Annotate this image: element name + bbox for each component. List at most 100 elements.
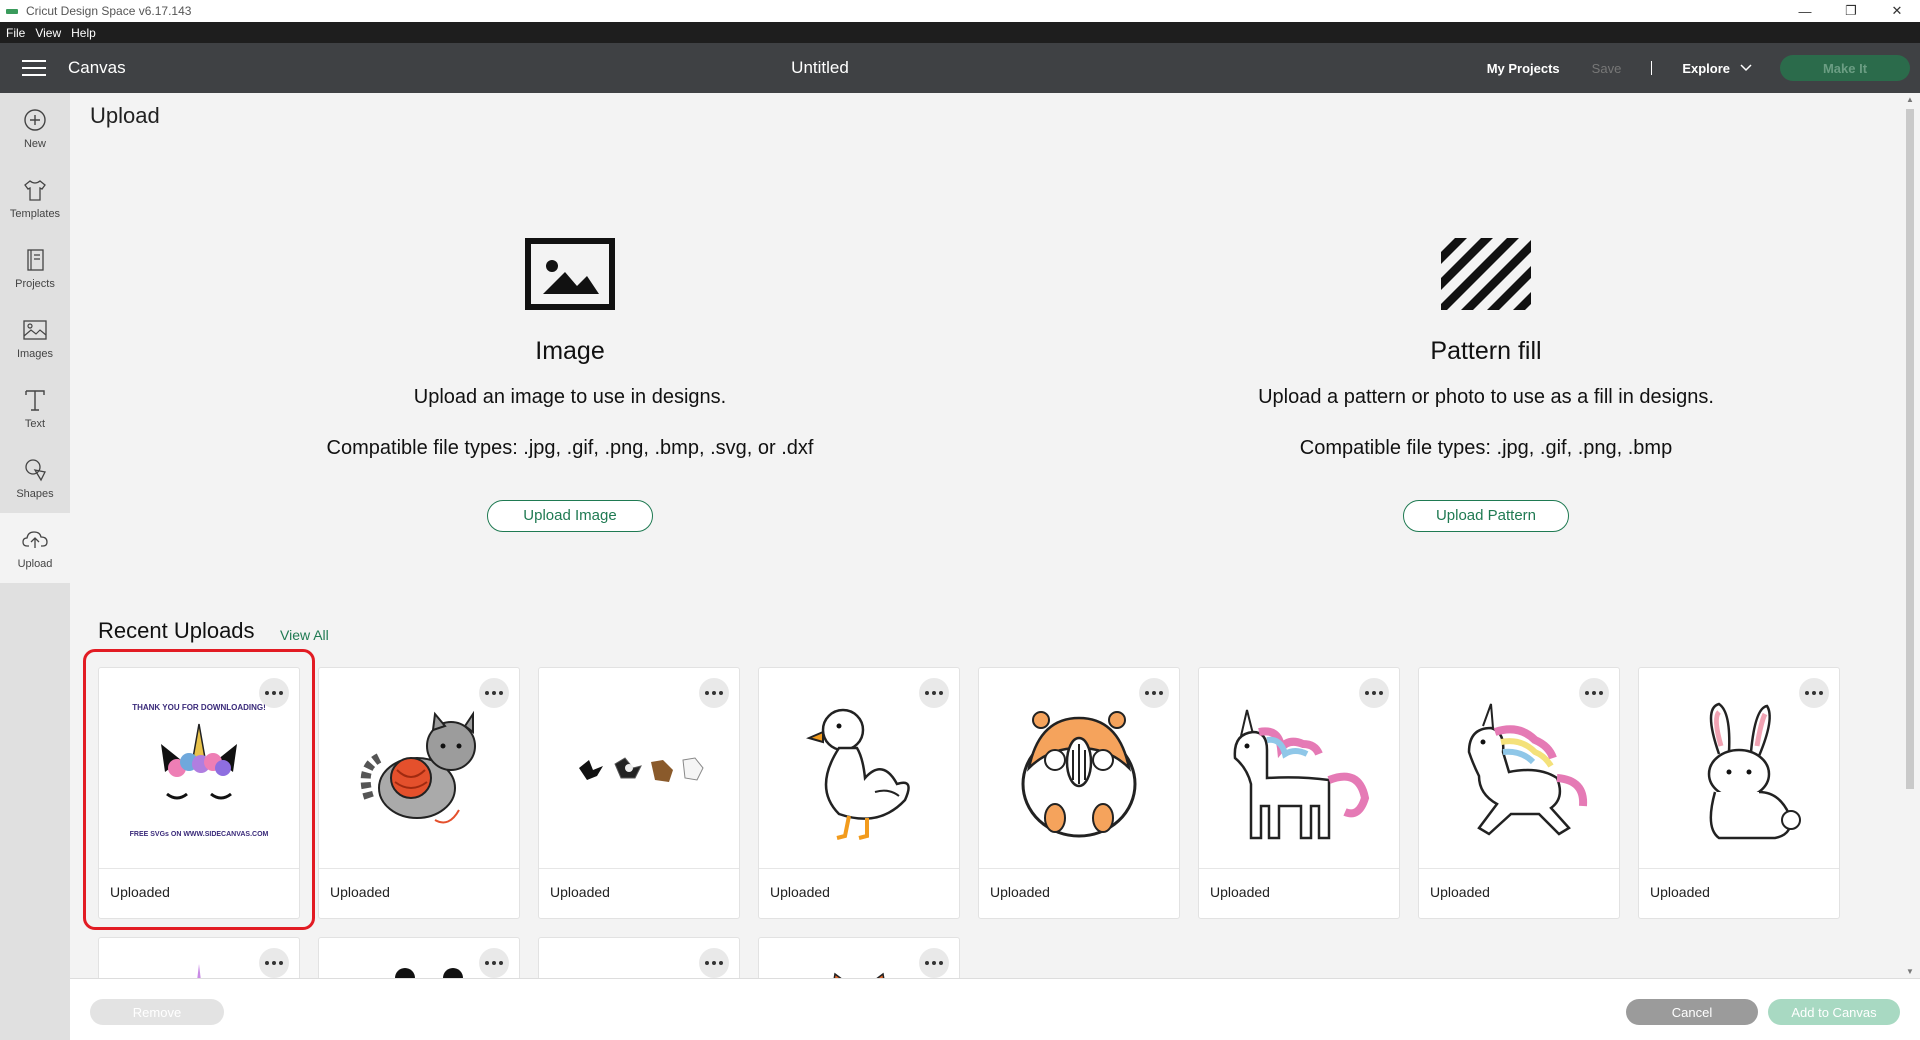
selection-highlight (83, 649, 315, 930)
window-titlebar: Cricut Design Space v6.17.143 — ❐ ✕ (0, 0, 1920, 22)
chevron-down-icon (1740, 64, 1752, 72)
more-options-icon[interactable] (479, 948, 509, 978)
upload-status-label: Uploaded (1210, 884, 1270, 900)
sidebar-item-projects[interactable]: Projects (0, 233, 70, 303)
upload-status-label: Uploaded (990, 884, 1050, 900)
sidebar-label: Images (16, 348, 54, 360)
explore-label: Explore (1682, 60, 1730, 76)
scroll-down-arrow-icon[interactable]: ▼ (1906, 967, 1914, 976)
window-controls: — ❐ ✕ (1782, 0, 1920, 22)
upload-main-area: Upload Image Upload an image to use in d… (70, 93, 1900, 997)
close-window-button[interactable]: ✕ (1874, 0, 1920, 22)
shapes-icon (25, 459, 46, 482)
upload-card[interactable]: Uploaded (318, 667, 520, 919)
pattern-stripes-icon (1441, 238, 1531, 310)
menu-view[interactable]: View (35, 26, 61, 40)
upload-card[interactable]: Uploaded (1198, 667, 1400, 919)
explore-dropdown[interactable]: Explore (1682, 61, 1752, 76)
upload-status-label: Uploaded (770, 884, 830, 900)
more-options-icon[interactable] (1799, 678, 1829, 708)
image-panel-file-types: Compatible file types: .jpg, .gif, .png,… (326, 437, 814, 459)
upload-card[interactable]: Uploaded (758, 667, 960, 919)
cat-with-yarn-image (360, 710, 476, 824)
duck-image (806, 708, 910, 840)
text-t-icon (25, 390, 45, 411)
book-icon (27, 249, 44, 271)
app-title: Cricut Design Space v6.17.143 (26, 4, 192, 18)
upload-status-label: Uploaded (550, 884, 610, 900)
pattern-panel-description: Upload a pattern or photo to use as a fi… (1258, 386, 1714, 408)
upload-status-label: Uploaded (1650, 884, 1710, 900)
plus-circle-icon (24, 109, 46, 131)
more-options-icon[interactable] (1579, 678, 1609, 708)
my-projects-link[interactable]: My Projects (1487, 61, 1560, 76)
make-it-button[interactable]: Make It (1780, 55, 1910, 81)
sidebar-item-templates[interactable]: Templates (0, 163, 70, 233)
sidebar-label: Upload (17, 558, 53, 570)
sidebar-background (0, 583, 70, 1040)
cricut-logo-icon (6, 8, 18, 14)
upload-card[interactable]: Uploaded (1418, 667, 1620, 919)
more-options-icon[interactable] (479, 678, 509, 708)
cancel-button[interactable]: Cancel (1626, 999, 1758, 1025)
upload-card[interactable]: Uploaded (538, 667, 740, 919)
pattern-panel-file-types: Compatible file types: .jpg, .gif, .png,… (1299, 437, 1673, 459)
nav-separator (1651, 61, 1653, 75)
upload-pattern-button[interactable]: Upload Pattern (1403, 500, 1569, 532)
top-navigation: Canvas Untitled My Projects Save Explore… (0, 43, 1920, 93)
menu-help[interactable]: Help (71, 26, 96, 40)
minimize-button[interactable]: — (1782, 0, 1828, 22)
shirt-icon (24, 180, 46, 201)
cloud-upload-icon (22, 531, 48, 548)
image-upload-panel: Image Upload an image to use in designs.… (220, 238, 920, 532)
sidebar-label: Shapes (16, 488, 54, 500)
remove-button[interactable]: Remove (90, 999, 224, 1025)
bunny-image (1707, 702, 1801, 840)
more-options-icon[interactable] (259, 948, 289, 978)
more-options-icon[interactable] (699, 948, 729, 978)
upload-status-label: Uploaded (330, 884, 390, 900)
image-panel-title: Image (535, 337, 605, 365)
image-panel-description: Upload an image to use in designs. (413, 386, 727, 408)
menu-file[interactable]: File (6, 26, 25, 40)
unicorn-running-image (1467, 703, 1588, 836)
sidebar-label: New (23, 138, 46, 150)
sidebar-label: Projects (15, 278, 55, 290)
sidebar-label: Text (24, 418, 46, 430)
scrollbar-thumb[interactable] (1906, 109, 1914, 789)
recent-uploads-title: Recent Uploads (98, 618, 255, 643)
scroll-up-arrow-icon[interactable]: ▲ (1906, 95, 1914, 104)
sidebar-item-images[interactable]: Images (0, 303, 70, 373)
page-title: Upload (90, 103, 160, 128)
sidebar-item-new[interactable]: New (0, 93, 70, 163)
upload-image-button[interactable]: Upload Image (487, 500, 653, 532)
vertical-scrollbar[interactable]: ▲ ▼ (1900, 93, 1920, 978)
pattern-upload-panel: Pattern fill Upload a pattern or photo t… (1136, 238, 1836, 532)
more-options-icon[interactable] (699, 678, 729, 708)
hamster-image (1021, 711, 1137, 838)
view-all-link[interactable]: View All (280, 627, 329, 643)
menu-bar: File View Help (0, 22, 1920, 43)
sidebar-item-text[interactable]: Text (0, 373, 70, 443)
sidebar-item-upload[interactable]: Upload (0, 513, 70, 583)
nav-actions: My Projects Save Explore Make It (1487, 43, 1910, 93)
more-options-icon[interactable] (1359, 678, 1389, 708)
more-options-icon[interactable] (1139, 678, 1169, 708)
small-figures-image (579, 757, 704, 782)
pattern-panel-title: Pattern fill (1430, 337, 1542, 365)
restore-button[interactable]: ❐ (1828, 0, 1874, 22)
save-link[interactable]: Save (1592, 61, 1622, 76)
upload-card[interactable]: Uploaded (1638, 667, 1840, 919)
sidebar-item-shapes[interactable]: Shapes (0, 443, 70, 513)
picture-icon (23, 320, 47, 340)
add-to-canvas-button[interactable]: Add to Canvas (1768, 999, 1900, 1025)
unicorn-standing-image (1233, 709, 1370, 840)
more-options-icon[interactable] (919, 948, 949, 978)
image-file-icon (525, 238, 615, 310)
upload-card[interactable]: Uploaded (978, 667, 1180, 919)
sidebar-label: Templates (9, 208, 61, 220)
upload-status-label: Uploaded (1430, 884, 1490, 900)
more-options-icon[interactable] (919, 678, 949, 708)
upload-footer: Remove Cancel Add to Canvas (70, 978, 1920, 1040)
left-sidebar: New Templates Projects Images Text Shape… (0, 93, 70, 583)
